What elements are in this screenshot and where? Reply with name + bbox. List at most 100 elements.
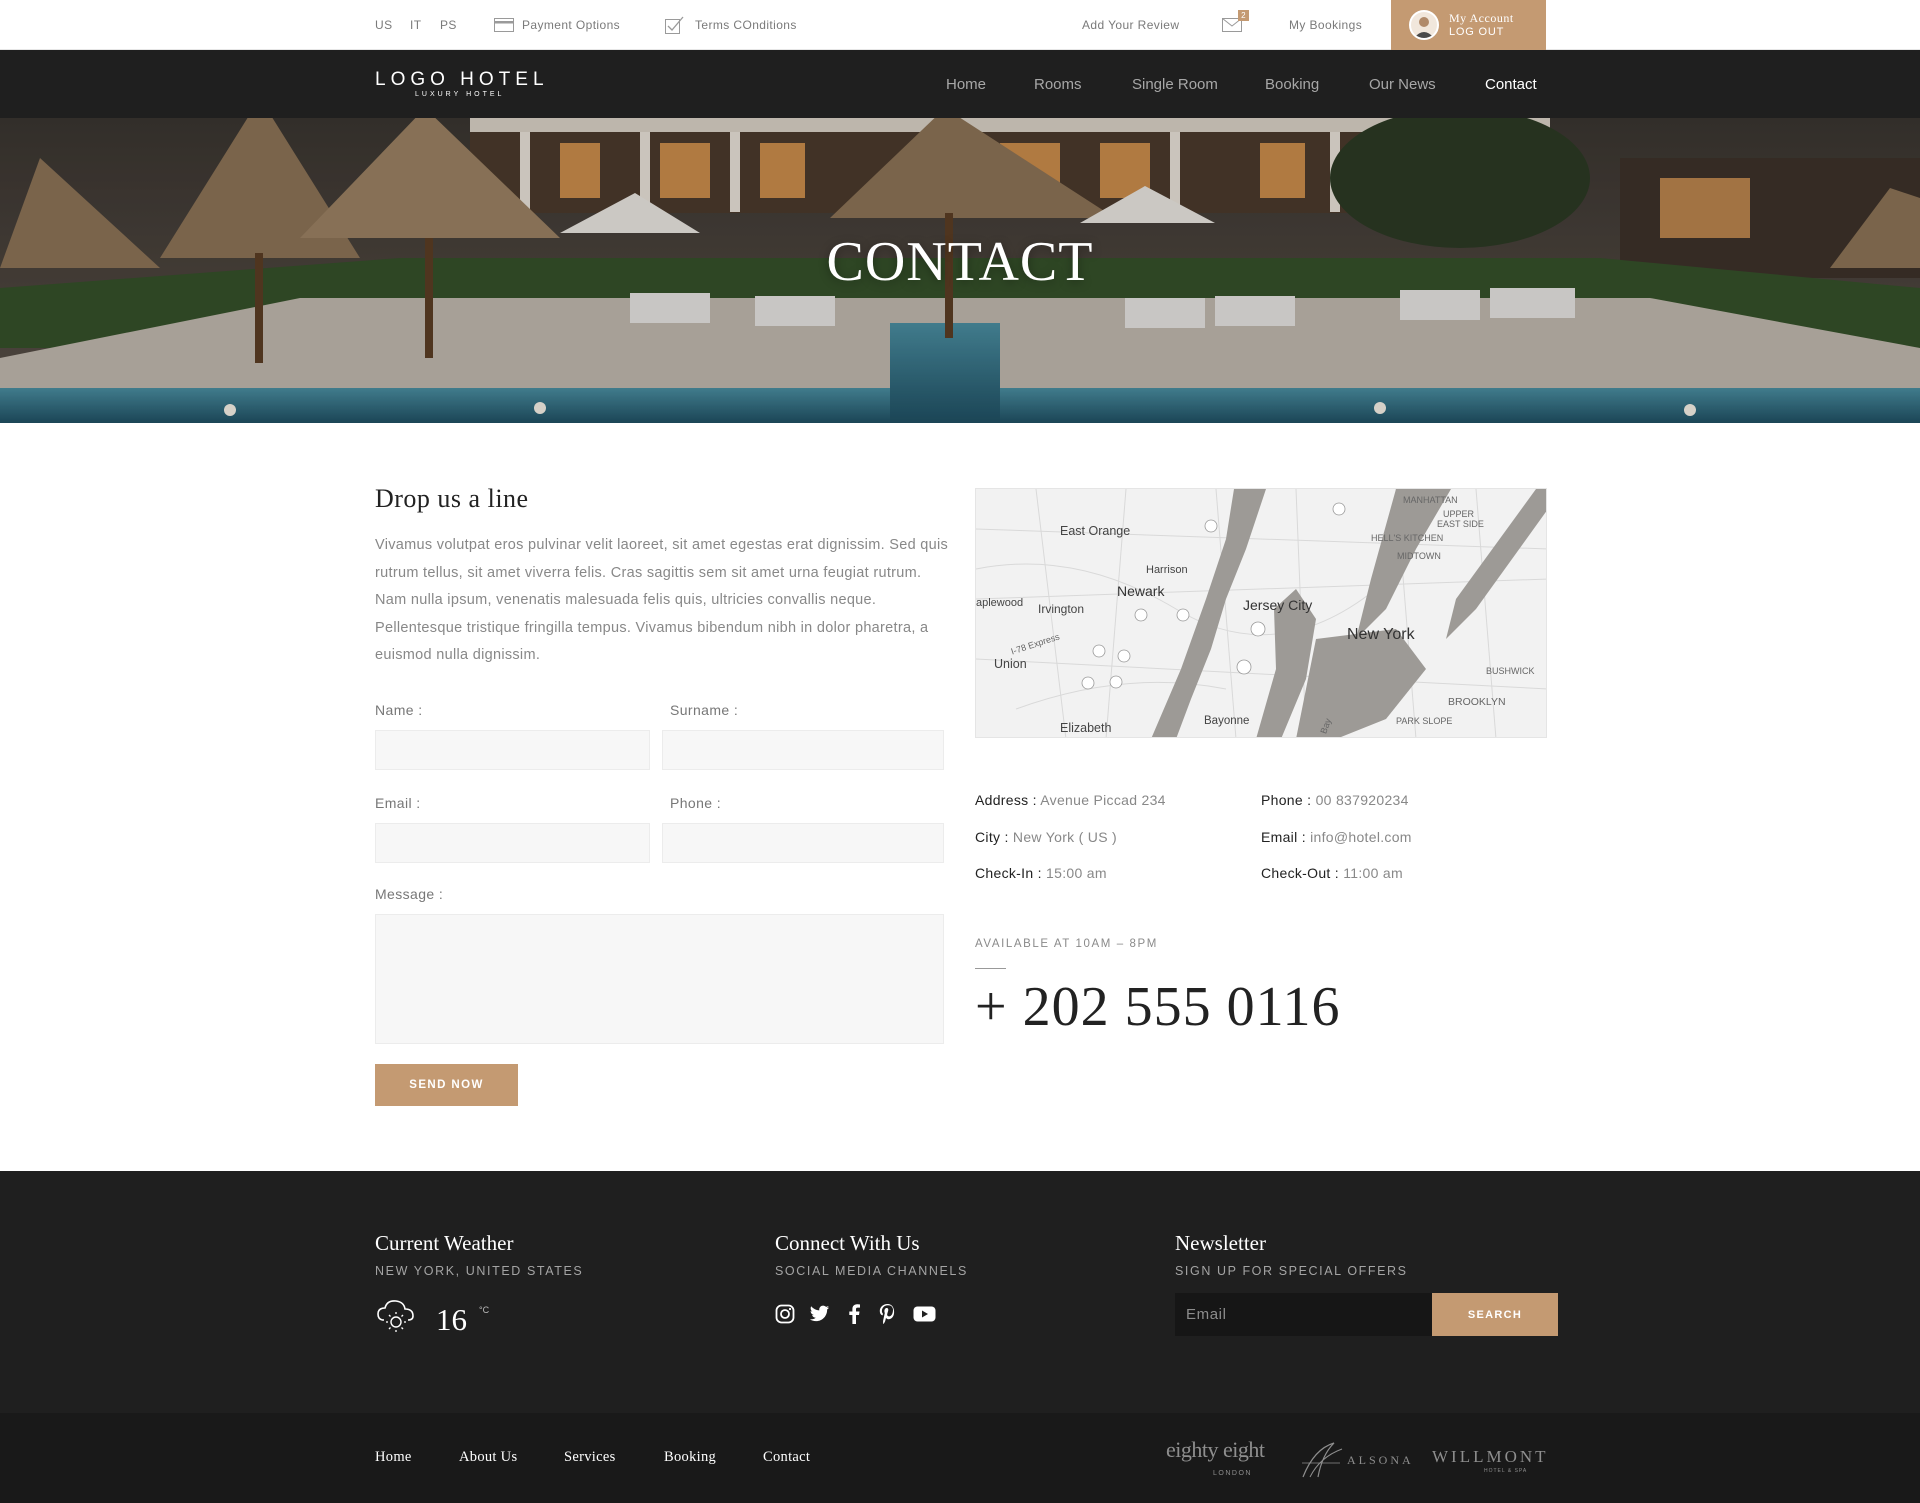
location-map[interactable]: East Orange Harrison Newark Irvington Je… [975, 488, 1547, 738]
mail-count-badge: 2 [1238, 10, 1249, 21]
facebook-icon[interactable] [848, 1304, 860, 1329]
language-it[interactable]: IT [410, 0, 421, 50]
main-navbar: LOGO HOTEL LUXURY HOTEL Home Rooms Singl… [0, 50, 1920, 118]
newsletter-submit-button[interactable]: SEARCH [1432, 1293, 1558, 1336]
checkout-info: Check-Out : 11:00 am [1261, 865, 1403, 881]
newsletter-subtitle: SIGN UP FOR SPECIAL OFFERS [1175, 1264, 1408, 1278]
surname-label: Surname : [670, 702, 739, 718]
newsletter-email-input[interactable] [1175, 1293, 1432, 1336]
terms-link[interactable]: Terms COnditions [665, 0, 797, 50]
nav-our-news[interactable]: Our News [1369, 50, 1436, 118]
message-field[interactable] [375, 914, 944, 1044]
form-intro-text: Vivamus volutpat eros pulvinar velit lao… [375, 537, 949, 663]
address-info: Address : Avenue Piccad 234 [975, 792, 1166, 808]
surname-field[interactable] [662, 730, 944, 770]
name-label: Name : [375, 702, 423, 718]
footer-nav-contact[interactable]: Contact [763, 1449, 810, 1466]
divider [975, 968, 1006, 969]
nav-rooms[interactable]: Rooms [1034, 50, 1082, 118]
map-label-maplewood: aplewood [976, 597, 1024, 609]
footer-nav-booking[interactable]: Booking [664, 1449, 716, 1466]
checkout-label: Check-Out : [1261, 865, 1339, 881]
map-label-hells-kitchen: HELL'S KITCHEN [1371, 533, 1444, 543]
city-label: City : [975, 829, 1009, 845]
credit-card-icon [494, 18, 514, 32]
account-button[interactable]: My Account LOG OUT [1391, 0, 1546, 50]
checkin-info: Check-In : 15:00 am [975, 865, 1107, 881]
nav-contact[interactable]: Contact [1485, 50, 1537, 118]
nav-single-room[interactable]: Single Room [1132, 50, 1218, 118]
phone-info: Phone : 00 837920234 [1261, 792, 1409, 808]
envelope-icon: 2 [1222, 10, 1249, 32]
phone-number-large[interactable]: + 202 555 0116 [975, 975, 1341, 1039]
twitter-icon[interactable] [809, 1304, 830, 1329]
willmont-subtitle: HOTEL & SPA [1484, 1468, 1528, 1474]
checkin-value: 15:00 am [1046, 865, 1107, 881]
partner-willmont-logo[interactable]: WILLMONT [1432, 1447, 1549, 1467]
my-account-label: My Account [1449, 11, 1514, 25]
map-label-harrison: Harrison [1146, 564, 1188, 576]
language-ps[interactable]: PS [440, 0, 457, 50]
logout-label[interactable]: LOG OUT [1449, 25, 1514, 39]
alsona-emblem-icon [1300, 1441, 1346, 1484]
mail-button[interactable]: 2 [1222, 0, 1249, 50]
partner-eighty-eight-logo[interactable]: eighty eight [1166, 1437, 1265, 1463]
footer-nav-home[interactable]: Home [375, 1449, 412, 1466]
send-now-button[interactable]: SEND NOW [375, 1064, 518, 1106]
connect-title: Connect With Us [775, 1231, 920, 1255]
top-bar: US IT PS Payment Options Terms COndition… [0, 0, 1920, 50]
city-value: New York ( US ) [1012, 829, 1117, 845]
map-label-east-orange: East Orange [1060, 524, 1131, 538]
footer-nav-services[interactable]: Services [564, 1449, 616, 1466]
address-label: Address : [975, 792, 1037, 808]
map-label-brooklyn: BROOKLYN [1448, 696, 1506, 708]
connect-subtitle: SOCIAL MEDIA CHANNELS [775, 1264, 968, 1278]
email-info: Email : info@hotel.com [1261, 829, 1412, 845]
payment-options-label: Payment Options [522, 18, 621, 32]
weather-location: NEW YORK, UNITED STATES [375, 1264, 584, 1278]
eighty-eight-subtitle: LONDON [1213, 1470, 1252, 1477]
checkout-value: 11:00 am [1343, 865, 1403, 881]
message-label: Message : [375, 886, 444, 902]
checkbox-document-icon [665, 16, 685, 34]
map-label-park-slope: PARK SLOPE [1396, 716, 1453, 726]
temperature-unit: °C [479, 1305, 490, 1315]
youtube-icon[interactable] [913, 1304, 936, 1329]
eighty-eight-text: eighty eight [1166, 1437, 1265, 1462]
form-heading: Drop us a line [375, 484, 529, 513]
instagram-icon[interactable] [775, 1304, 795, 1329]
map-label-manhattan: MANHATTAN [1403, 495, 1458, 505]
hero-banner: CONTACT [0, 118, 1920, 423]
map-label-newark: Newark [1117, 583, 1165, 599]
nav-home[interactable]: Home [946, 50, 986, 118]
map-label-new-york: New York [1347, 626, 1415, 643]
hotel-logo[interactable]: LOGO HOTEL LUXURY HOTEL [375, 70, 549, 99]
bottom-bar: Home About Us Services Booking Contact e… [0, 1413, 1920, 1503]
nav-booking[interactable]: Booking [1265, 50, 1319, 118]
name-field[interactable] [375, 730, 650, 770]
newsletter-title: Newsletter [1175, 1231, 1266, 1255]
phone-label: Phone : [670, 795, 722, 811]
city-info: City : New York ( US ) [975, 829, 1117, 845]
map-label-bayonne: Bayonne [1204, 715, 1250, 727]
language-us[interactable]: US [375, 0, 392, 50]
page-title: CONTACT [826, 231, 1094, 293]
pinterest-icon[interactable] [879, 1304, 896, 1329]
partner-alsona-logo[interactable]: ALSONA [1347, 1453, 1414, 1468]
map-label-east-side: EAST SIDE [1437, 519, 1484, 529]
email-label: Email : [375, 795, 421, 811]
payment-options-link[interactable]: Payment Options [494, 0, 620, 50]
email-field[interactable] [375, 823, 650, 863]
phone-info-label: Phone : [1261, 792, 1312, 808]
temperature-value: 16 [436, 1302, 467, 1337]
email-info-label: Email : [1261, 829, 1306, 845]
availability-text: AVAILABLE AT 10AM – 8PM [975, 938, 1158, 950]
checkin-label: Check-In : [975, 865, 1042, 881]
my-bookings-link[interactable]: My Bookings [1289, 0, 1362, 50]
add-review-link[interactable]: Add Your Review [1082, 0, 1179, 50]
phone-field[interactable] [662, 823, 944, 863]
weather-title: Current Weather [375, 1231, 514, 1255]
footer-nav-about-us[interactable]: About Us [459, 1449, 517, 1466]
map-label-upper: UPPER [1443, 509, 1475, 519]
email-value[interactable]: info@hotel.com [1310, 829, 1412, 845]
